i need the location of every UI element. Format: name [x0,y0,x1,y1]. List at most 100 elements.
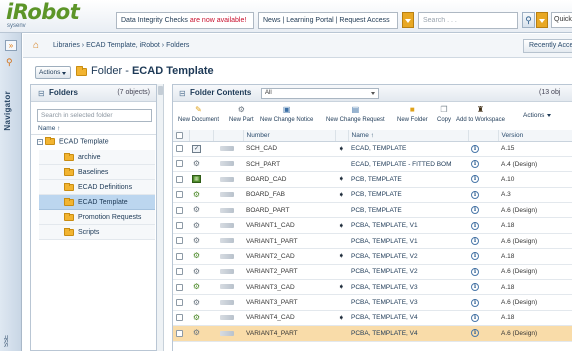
data-integrity-notice[interactable]: Data Integrity Checks are now available! [116,12,254,29]
search-input[interactable] [418,12,518,29]
folder-item-ecad-definitions[interactable]: ECAD Definitions [39,180,155,195]
new-document-button[interactable]: ✎ New Document [178,105,219,123]
info-icon[interactable]: i [471,221,479,230]
row-name[interactable]: PCBA, TEMPLATE, V1 [348,217,468,234]
pin-icon[interactable]: ⚲ [6,57,13,68]
row-name[interactable]: PCBA, TEMPLATE, V2 [348,248,468,265]
new-change-request-button[interactable]: ▤ New Change Request [326,105,385,123]
collapse-icon[interactable]: ⊟ [38,89,45,98]
table-row[interactable]: ⚙ VARIANT2_CAD ➧ PCBA, TEMPLATE, V2 i A.18 [173,248,572,265]
row-select-cell[interactable] [173,310,189,327]
folders-name-column-header[interactable]: Name ↑ [31,125,156,135]
row-checkbox[interactable] [176,237,183,245]
row-name[interactable]: PCBA, TEMPLATE, V3 [348,294,468,311]
row-checkbox[interactable] [176,222,183,230]
row-name[interactable]: ECAD, TEMPLATE - FITTED BOM [348,156,468,173]
contents-actions-button[interactable]: Actions [523,112,551,119]
version-column-header[interactable]: Version [498,130,572,142]
row-name[interactable]: PCBA, TEMPLATE, V2 [348,264,468,281]
row-number[interactable]: VARIANT2_CAD [243,248,335,265]
row-number[interactable]: SCH_CAD [243,141,335,157]
table-row[interactable]: ⚙ VARIANT1_PART PCBA, TEMPLATE, V1 i A.6 (De… [173,233,572,250]
row-checkbox[interactable] [176,298,183,306]
related-objects-icon[interactable]: ➧ [338,175,346,183]
info-icon[interactable]: i [471,190,479,199]
info-icon[interactable]: i [471,298,479,307]
row-select-cell[interactable] [173,187,189,204]
add-to-workspace-button[interactable]: ♜ Add to Workspace [456,105,505,123]
info-icon[interactable]: i [471,160,479,169]
number-column-header[interactable]: Number [243,130,336,142]
table-row[interactable]: ⚙ VARIANT1_CAD ➧ PCBA, TEMPLATE, V1 i A.18 [173,217,572,234]
view-select[interactable]: All [261,88,379,99]
quick-link-button[interactable]: Quick [551,12,572,28]
folder-item-archive[interactable]: archive [39,150,155,165]
related-objects-icon[interactable]: ➧ [338,252,346,260]
row-number[interactable]: VARIANT3_CAD [243,279,335,296]
navigator-tab[interactable]: Navigator [3,91,19,131]
table-row[interactable]: ⚙ VARIANT3_PART PCBA, TEMPLATE, V3 i A.6 (De… [173,294,572,311]
row-checkbox[interactable] [176,268,183,276]
row-number[interactable]: VARIANT1_PART [243,233,335,250]
row-number[interactable]: VARIANT1_CAD [243,217,335,234]
row-number[interactable]: VARIANT3_PART [243,294,335,311]
select-all-column[interactable] [173,130,190,142]
row-checkbox[interactable] [176,314,183,322]
row-name[interactable]: PCB, TEMPLATE [348,202,468,219]
row-select-cell[interactable] [173,279,189,296]
info-icon[interactable]: i [471,329,479,338]
page-actions-button[interactable]: Actions [35,66,71,79]
home-icon[interactable]: ⌂ [33,40,39,51]
row-name[interactable]: ECAD, TEMPLATE [348,141,468,157]
table-row[interactable]: ⚙ VARIANT4_PART PCBA, TEMPLATE, V4 i A.6 (De… [173,325,572,342]
related-objects-icon[interactable]: ➧ [338,144,346,153]
row-select-cell[interactable] [173,156,189,173]
row-select-cell[interactable] [173,264,189,281]
row-select-cell[interactable] [173,141,189,157]
row-number[interactable]: VARIANT4_PART [243,325,335,342]
row-number[interactable]: BOARD_CAD [243,171,335,188]
info-icon[interactable]: i [471,267,479,276]
select-all-checkbox[interactable] [176,131,183,139]
row-checkbox[interactable] [176,329,183,337]
info-icon[interactable]: i [471,206,479,215]
new-part-button[interactable]: ⚙ New Part [229,105,254,123]
row-number[interactable]: BOARD_PART [243,202,335,219]
row-name[interactable]: PCBA, TEMPLATE, V3 [348,279,468,296]
table-row[interactable]: ⚙ SCH_PART ECAD, TEMPLATE - FITTED BOM i A.4… [173,156,572,173]
table-row[interactable]: ⚙ BOARD_PART PCB, TEMPLATE i A.6 (Design) [173,202,572,219]
row-checkbox[interactable] [176,191,183,199]
row-checkbox[interactable] [176,283,183,291]
search-button[interactable]: ⚲ [522,12,535,28]
new-change-notice-button[interactable]: ▣ New Change Notice [260,105,313,123]
info-icon[interactable]: i [471,237,479,246]
related-objects-icon[interactable]: ➧ [338,283,346,291]
row-checkbox[interactable] [176,160,183,168]
folders-scrollbar[interactable] [157,84,164,351]
expand-navigator-icon[interactable]: » [5,40,17,51]
search-options-dropdown[interactable] [536,12,548,28]
recently-accessed-button[interactable]: Recently Acce [523,39,572,53]
related-objects-icon[interactable]: ➧ [338,313,346,322]
table-row[interactable]: ▦ BOARD_CAD ➧ PCB, TEMPLATE i A.10 [173,171,572,188]
row-number[interactable]: VARIANT2_PART [243,264,335,281]
row-number[interactable]: BOARD_FAB [243,187,335,204]
row-number[interactable]: SCH_PART [243,156,335,173]
row-checkbox[interactable] [176,252,183,260]
row-select-cell[interactable] [173,248,189,265]
info-icon[interactable]: i [471,313,479,322]
name-column-header[interactable]: Name ↑ [348,130,469,142]
info-icon[interactable]: i [471,252,479,261]
scrollbar-thumb[interactable] [158,86,163,95]
table-row[interactable]: ⚙ VARIANT4_CAD ➧ PCBA, TEMPLATE, V4 i A.18 [173,310,572,327]
folder-search-input[interactable] [37,109,152,122]
table-row[interactable]: ⚙ VARIANT3_CAD ➧ PCBA, TEMPLATE, V3 i A.18 [173,279,572,296]
table-row[interactable]: ⚙ VARIANT2_PART PCBA, TEMPLATE, V2 i A.6 (De… [173,264,572,281]
row-number[interactable]: VARIANT4_CAD [243,310,335,327]
row-name[interactable]: PCBA, TEMPLATE, V1 [348,233,468,250]
table-row[interactable]: ✓ SCH_CAD ➧ ECAD, TEMPLATE i A.15 [173,141,572,157]
row-select-cell[interactable] [173,202,189,219]
row-name[interactable]: PCB, TEMPLATE [348,187,468,204]
folder-item-promotion-requests[interactable]: Promotion Requests [39,210,155,225]
news-links[interactable]: News | Learning Portal | Request Access [258,12,398,29]
